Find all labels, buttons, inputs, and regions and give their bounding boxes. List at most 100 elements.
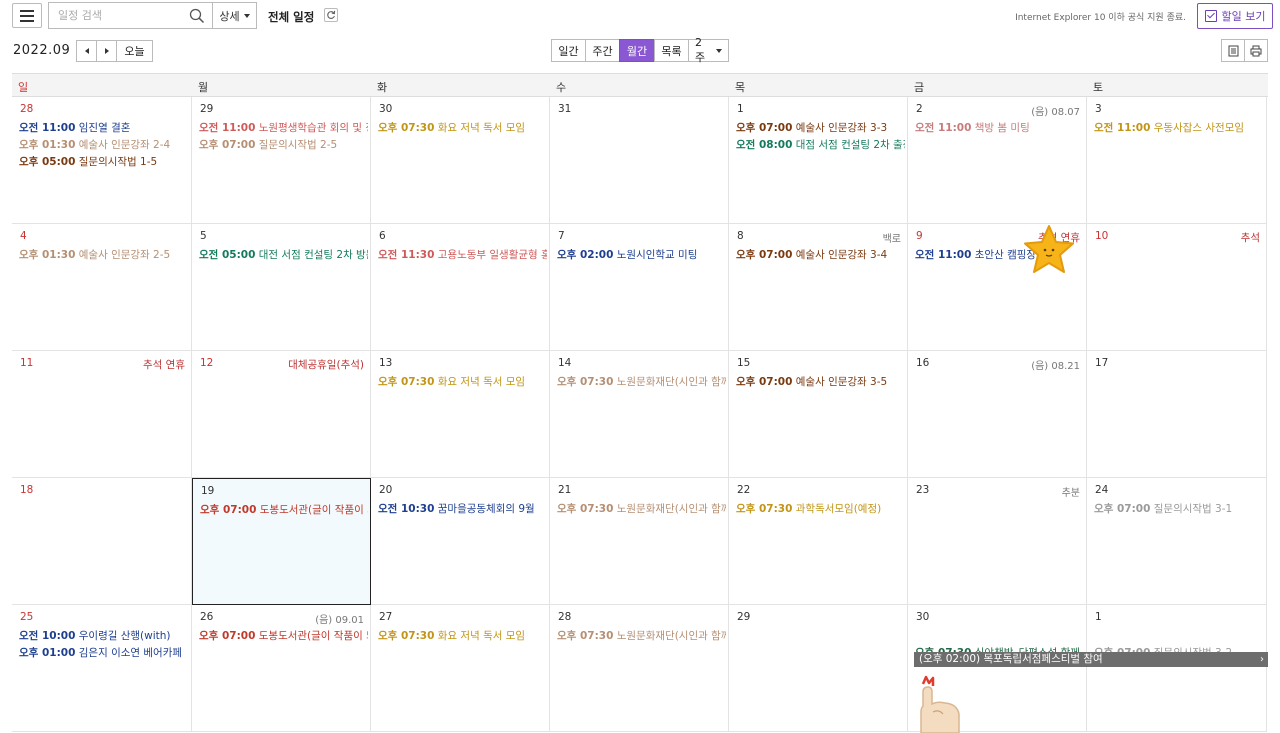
day-cell[interactable]: 26 (음) 09.01 오후 07:00 도봉도서관(글이 작품이 되 bbox=[192, 605, 371, 732]
search-icon[interactable] bbox=[189, 8, 205, 24]
day-cell[interactable]: 2 (음) 08.07 오전 11:00 책방 봄 미팅 bbox=[908, 97, 1087, 224]
calendar-event[interactable]: 오전 10:30 꿈마을공동체회의 9월 bbox=[378, 501, 547, 518]
next-month-button[interactable] bbox=[96, 40, 117, 62]
calendar-event[interactable]: 오후 07:00 예술사 인문강좌 3-3 bbox=[736, 120, 905, 137]
day-cell[interactable]: 22 오후 07:30 과학독서모임(예정) bbox=[729, 478, 908, 605]
day-cell[interactable]: 21 오후 07:30 노원문화재단(시인과 함께 bbox=[550, 478, 729, 605]
calendar-event[interactable]: 오전 11:00 임진열 결혼 bbox=[19, 120, 189, 137]
weekday-label: 목 bbox=[735, 81, 746, 94]
calendar-event[interactable]: 오전 08:00 대점 서점 컨설팅 2차 출장 bbox=[736, 137, 905, 154]
prev-month-button[interactable] bbox=[76, 40, 97, 62]
day-cell[interactable]: 28 오후 07:30 노원문화재단(시인과 함께 bbox=[550, 605, 729, 732]
day-cell[interactable]: 3 오전 11:00 우동사잡스 사전모임 bbox=[1087, 97, 1267, 224]
holiday-label: 추석 연휴 bbox=[143, 359, 185, 371]
calendar-event[interactable]: 오후 07:00 질문의시작법 2-5 bbox=[199, 137, 368, 154]
day-cell-today[interactable]: 19 오후 07:00 도봉도서관(글이 작품이 되 bbox=[192, 478, 371, 605]
calendar-event[interactable]: 오후 01:00 김은지 이소연 베어카페 bbox=[19, 645, 189, 662]
calendar-event[interactable]: 오전 11:30 고용노동부 일생활균형 홍 bbox=[378, 247, 547, 264]
day-number: 13 bbox=[379, 357, 393, 369]
day-cell[interactable]: 15 오후 07:00 예술사 인문강좌 3-5 bbox=[729, 351, 908, 478]
day-cell[interactable]: 7 오후 02:00 노원시인학교 미팅 bbox=[550, 224, 729, 351]
calendar-event[interactable]: 오후 07:30 과학독서모임(예정) bbox=[736, 501, 905, 518]
day-cell[interactable]: 31 bbox=[550, 97, 729, 224]
calendar-event[interactable]: 오전 11:00 우동사잡스 사전모임 bbox=[1094, 120, 1264, 137]
today-button[interactable]: 오늘 bbox=[116, 40, 153, 62]
calendar-event[interactable]: 오후 07:30 노원문화재단(시인과 함께 bbox=[557, 628, 726, 645]
event-title: 김은지 이소연 베어카페 bbox=[78, 647, 183, 659]
event-list: 오전 11:30 고용노동부 일생활균형 홍 bbox=[378, 247, 547, 264]
day-number: 1 bbox=[1095, 611, 1102, 623]
todo-view-button[interactable]: 할일 보기 bbox=[1197, 3, 1273, 29]
event-time: 오전 11:00 bbox=[915, 249, 972, 261]
day-cell[interactable]: 14 오후 07:30 노원문화재단(시인과 함께 bbox=[550, 351, 729, 478]
calendar-event[interactable]: 오후 07:00 도봉도서관(글이 작품이 되 bbox=[199, 628, 368, 645]
calendar-event[interactable]: 오후 07:00 도봉도서관(글이 작품이 되 bbox=[200, 502, 368, 519]
day-cell[interactable]: 17 bbox=[1087, 351, 1267, 478]
calendar-event[interactable]: 오후 01:30 예술사 인문강좌 2-4 bbox=[19, 137, 189, 154]
day-cell[interactable]: 1오후 07:00 질문의시작법 3-2 bbox=[1087, 605, 1267, 732]
tab-monthly[interactable]: 월간 bbox=[619, 39, 655, 62]
calendar-event[interactable]: 오후 05:00 질문의시작법 1-5 bbox=[19, 154, 189, 171]
day-cell[interactable]: 1 오후 07:00 예술사 인문강좌 3-3 오전 08:00 대점 서점 컨설팅… bbox=[729, 97, 908, 224]
day-cell[interactable]: 10 추석 bbox=[1087, 224, 1267, 351]
day-number: 16 bbox=[916, 357, 930, 369]
day-cell[interactable]: 29 오전 11:00 노원평생학습관 회의 및 정 오후 07:00 질문의시작법… bbox=[192, 97, 371, 224]
day-number: 10 bbox=[1095, 230, 1109, 242]
event-time: 오전 10:30 bbox=[378, 503, 435, 515]
event-title: 화요 저녁 독서 모임 bbox=[437, 630, 526, 642]
calendar-event[interactable]: 오후 07:30 노원문화재단(시인과 함께 bbox=[557, 374, 726, 391]
calendar-event[interactable]: 오후 07:30 노원문화재단(시인과 함께 bbox=[557, 501, 726, 518]
event-list: 오후 07:30 화요 저녁 독서 모임 bbox=[378, 374, 547, 391]
event-time: 오전 11:00 bbox=[199, 122, 256, 134]
event-list: 오후 07:30 과학독서모임(예정) bbox=[736, 501, 905, 518]
weekday-header: 일월화수목금토 bbox=[12, 73, 1268, 97]
refresh-button[interactable] bbox=[324, 8, 338, 22]
print-button[interactable] bbox=[1244, 39, 1268, 62]
day-cell[interactable]: 25 오전 10:00 우이령길 산행(with) 오후 01:00 김은지 이소연… bbox=[12, 605, 192, 732]
tab-daily[interactable]: 일간 bbox=[551, 39, 586, 62]
hamburger-menu-icon[interactable] bbox=[12, 3, 42, 28]
calendar-event[interactable]: 오후 07:00 질문의시작법 3-1 bbox=[1094, 501, 1264, 518]
day-number: 26 bbox=[200, 611, 214, 623]
day-cell[interactable]: 18 bbox=[12, 478, 192, 605]
calendar-event[interactable]: 오후 01:30 예술사 인문강좌 2-5 bbox=[19, 247, 189, 264]
calendar-event[interactable]: 오전 11:00 노원평생학습관 회의 및 정 bbox=[199, 120, 368, 137]
tab-weekly[interactable]: 주간 bbox=[585, 39, 620, 62]
calendar-event[interactable]: 오후 07:30 화요 저녁 독서 모임 bbox=[378, 120, 547, 137]
day-cell[interactable]: 29 bbox=[729, 605, 908, 732]
calendar-event[interactable]: 오후 07:00 예술사 인문강좌 3-4 bbox=[736, 247, 905, 264]
calendar-event[interactable]: 오후 07:30 화요 저녁 독서 모임 bbox=[378, 374, 547, 391]
day-cell[interactable]: 30 오후 07:30 화요 저녁 독서 모임 bbox=[371, 97, 550, 224]
event-spacer bbox=[915, 628, 1084, 645]
tab-list[interactable]: 목록 bbox=[654, 39, 689, 62]
day-cell[interactable]: 12 대체공휴일(추석) bbox=[192, 351, 371, 478]
day-cell[interactable]: 11 추석 연휴 bbox=[12, 351, 192, 478]
search-input[interactable] bbox=[49, 9, 183, 22]
day-cell[interactable]: 16 (음) 08.21 bbox=[908, 351, 1087, 478]
tab-two-week[interactable]: 2주 bbox=[688, 36, 729, 64]
day-cell[interactable]: 6 오전 11:30 고용노동부 일생활균형 홍 bbox=[371, 224, 550, 351]
day-cell[interactable]: 28 오전 11:00 임진열 결혼 오후 01:30 예술사 인문강좌 2-4 오후… bbox=[12, 97, 192, 224]
day-number: 9 bbox=[916, 230, 923, 242]
calendar-event[interactable]: 오후 07:00 예술사 인문강좌 3-5 bbox=[736, 374, 905, 391]
multi-day-event[interactable]: (오후 02:00) 목포독립서점페스티벌 참여 › bbox=[914, 652, 1268, 667]
day-cell[interactable]: 8 백로 오후 07:00 예술사 인문강좌 3-4 bbox=[729, 224, 908, 351]
calendar-event[interactable]: 오전 05:00 대전 서점 컨설팅 2차 방문 bbox=[199, 247, 368, 264]
calendar-event[interactable]: 오후 07:30 화요 저녁 독서 모임 bbox=[378, 628, 547, 645]
calendar-event[interactable]: 오후 02:00 노원시인학교 미팅 bbox=[557, 247, 726, 264]
event-title: 노원문화재단(시인과 함께 bbox=[616, 376, 726, 388]
day-cell[interactable]: 5 오전 05:00 대전 서점 컨설팅 2차 방문 bbox=[192, 224, 371, 351]
day-number: 19 bbox=[201, 485, 215, 497]
export-button[interactable] bbox=[1221, 39, 1245, 62]
day-cell[interactable]: 20 오전 10:30 꿈마을공동체회의 9월 bbox=[371, 478, 550, 605]
day-cell[interactable]: 23 추분 bbox=[908, 478, 1087, 605]
event-title: 예술사 인문강좌 3-4 bbox=[795, 249, 888, 261]
day-cell[interactable]: 13 오후 07:30 화요 저녁 독서 모임 bbox=[371, 351, 550, 478]
calendar-event[interactable]: 오전 11:00 책방 봄 미팅 bbox=[915, 120, 1084, 137]
event-title: 노원문화재단(시인과 함께 bbox=[616, 630, 726, 642]
detail-search-button[interactable]: 상세 bbox=[212, 2, 257, 29]
day-cell[interactable]: 4 오후 01:30 예술사 인문강좌 2-5 bbox=[12, 224, 192, 351]
calendar-event[interactable]: 오전 10:00 우이령길 산행(with) bbox=[19, 628, 189, 645]
day-cell[interactable]: 27 오후 07:30 화요 저녁 독서 모임 bbox=[371, 605, 550, 732]
day-cell[interactable]: 24 오후 07:00 질문의시작법 3-1 bbox=[1087, 478, 1267, 605]
